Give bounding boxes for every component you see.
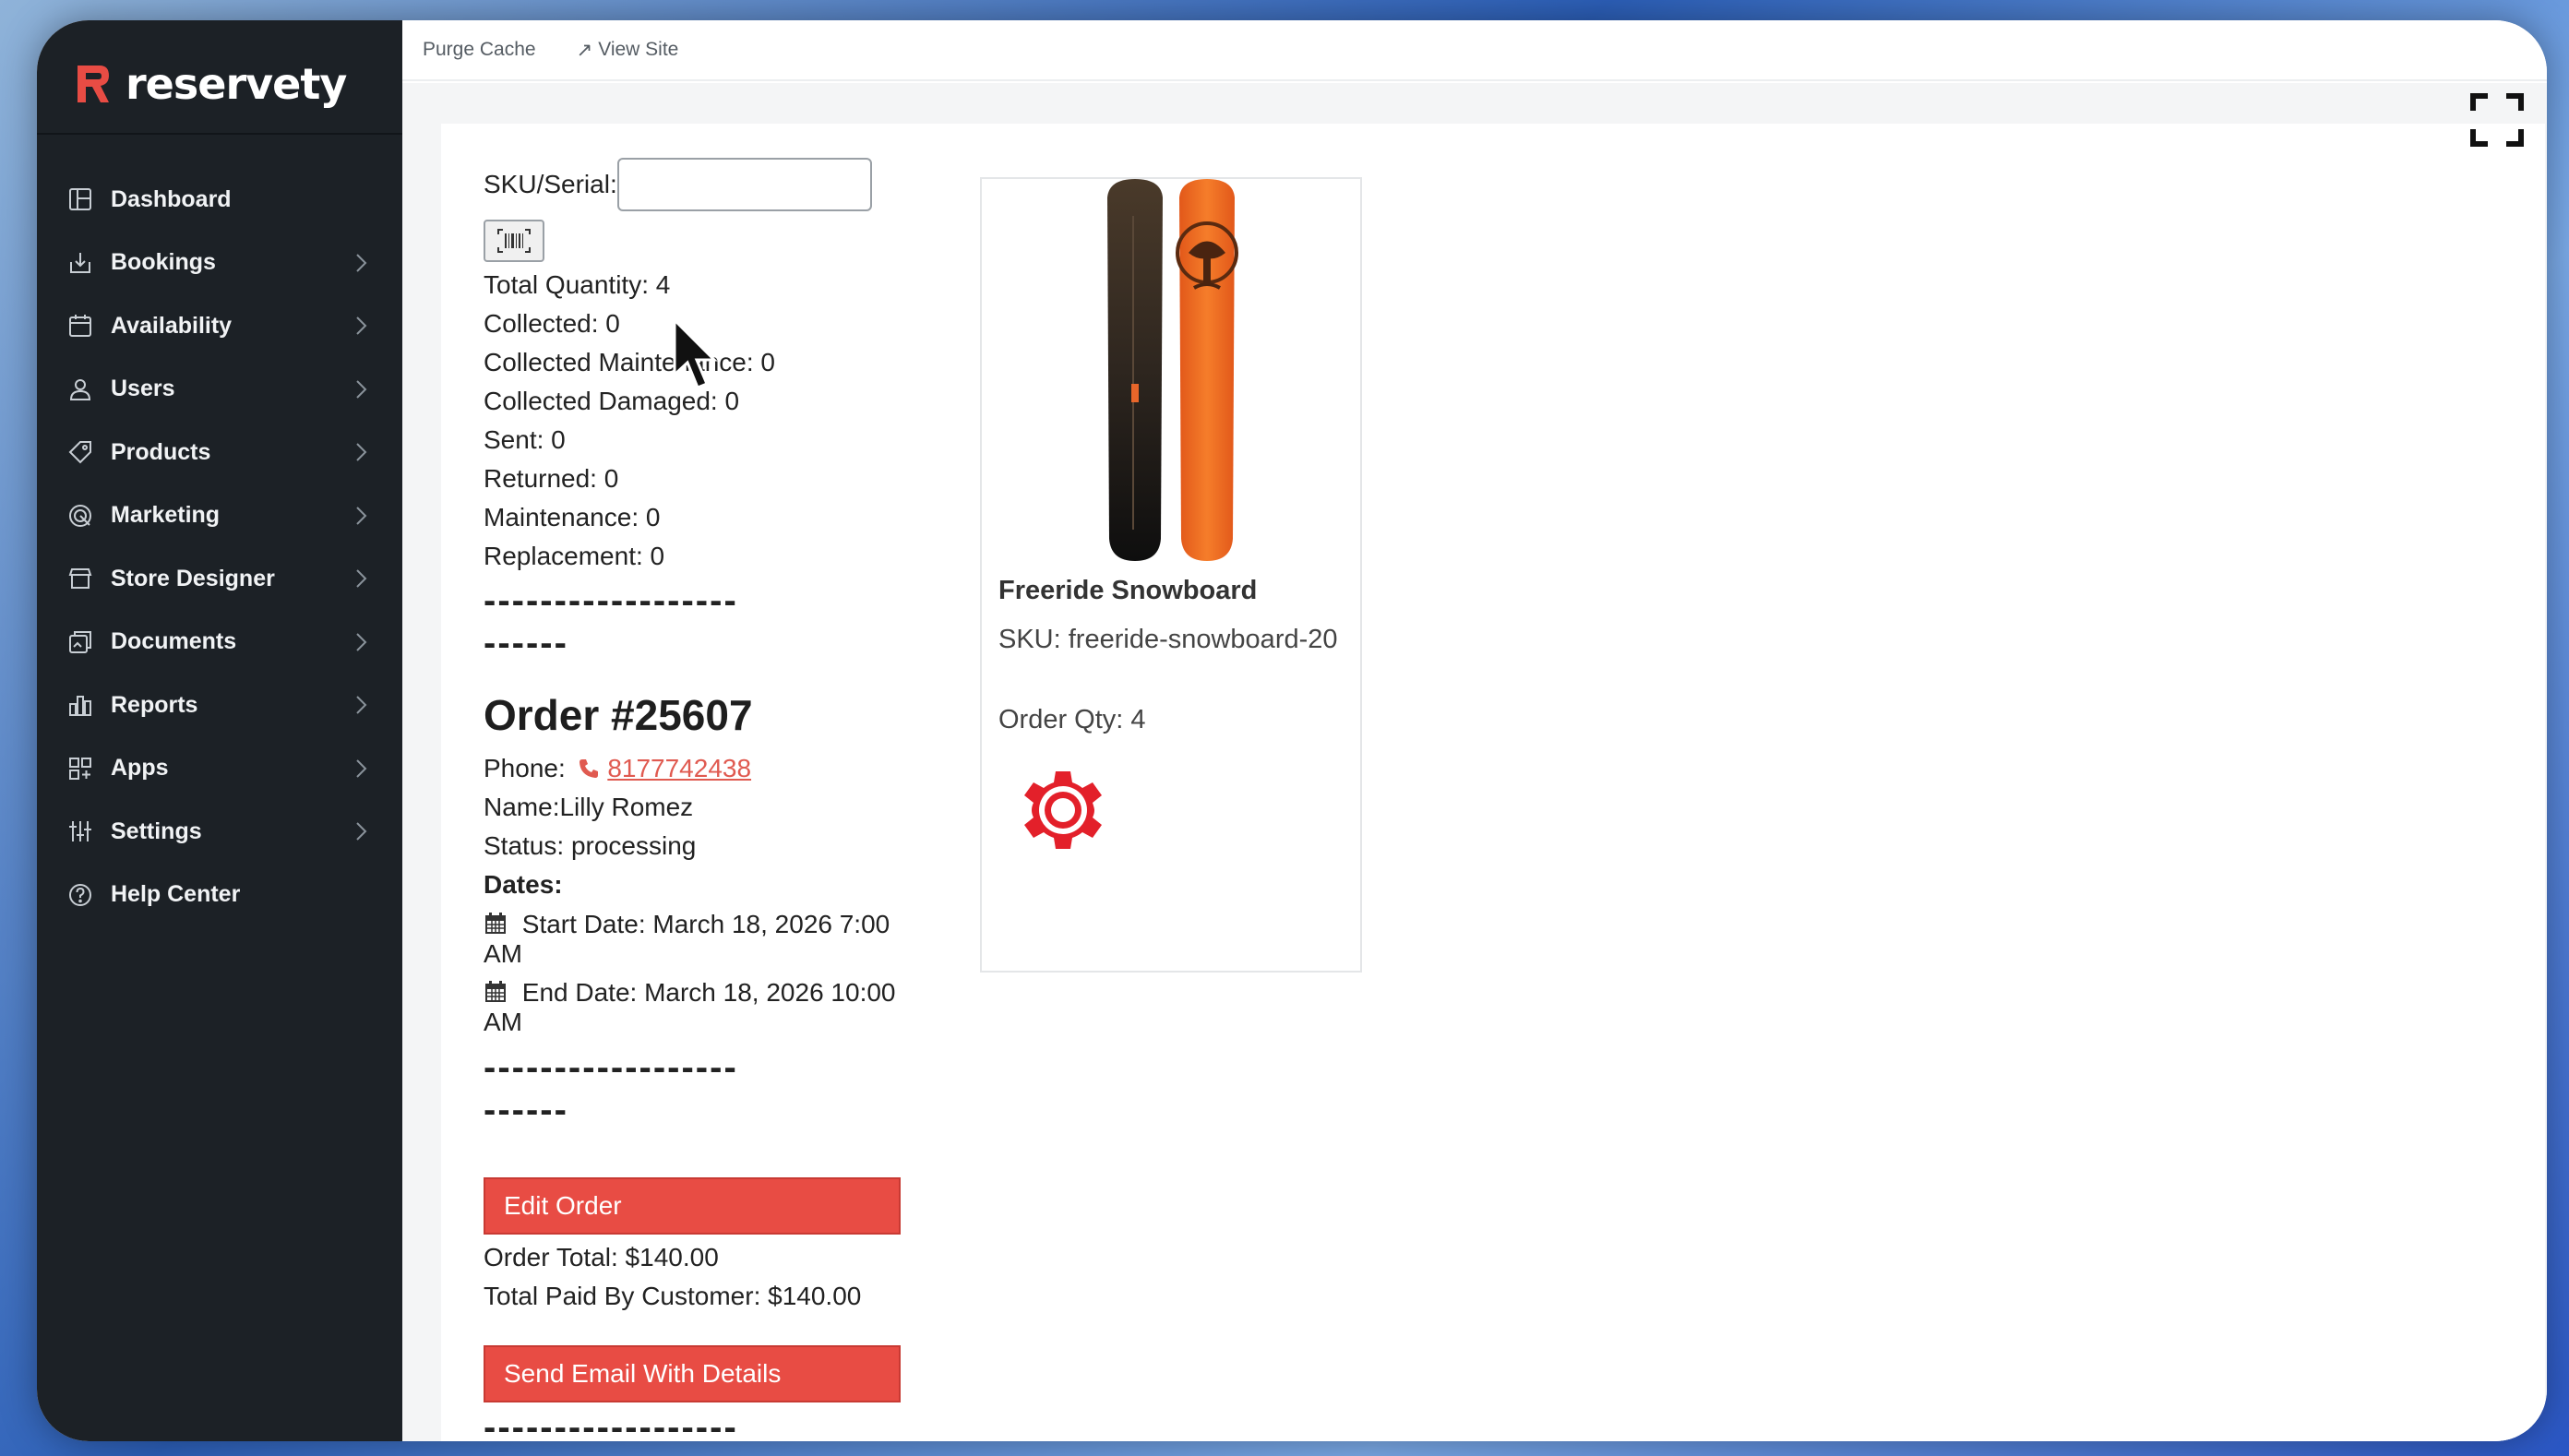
- sidebar-item-label: Reports: [111, 691, 198, 718]
- start-date-text: Start Date: March 18, 2026 7:00 AM: [484, 910, 890, 968]
- logo[interactable]: reservety: [74, 52, 347, 116]
- reservety-logo-icon: [78, 66, 109, 102]
- stat-total-quantity: Total Quantity: 4: [484, 270, 671, 299]
- order-phone: Phone: 8177742438: [484, 749, 917, 788]
- sidebar: reservety Dashboard Bookings Availabilit…: [37, 20, 402, 1441]
- stat-maintenance: Maintenance: 0: [484, 503, 661, 531]
- sidebar-item-help-center[interactable]: Help Center: [37, 864, 402, 927]
- sidebar-item-label: Marketing: [111, 502, 221, 529]
- sidebar-item-label: Products: [111, 438, 211, 465]
- start-date: Start Date: March 18, 2026 7:00 AM: [484, 910, 917, 969]
- dashboard-icon: [65, 184, 96, 215]
- order-status: Status: processing: [484, 831, 697, 860]
- sidebar-item-label: Apps: [111, 755, 169, 782]
- sidebar-divider: [37, 133, 402, 135]
- chevron-right-icon: [349, 378, 371, 400]
- chevron-right-icon: [349, 567, 371, 590]
- chevron-right-icon: [349, 758, 371, 780]
- sidebar-item-label: Bookings: [111, 249, 216, 276]
- bookings-icon: [65, 247, 96, 279]
- view-site-link[interactable]: ↗ View Site: [577, 39, 679, 62]
- edit-order-button[interactable]: Edit Order: [484, 1177, 901, 1235]
- order-title: Order #25607: [484, 691, 753, 739]
- sidebar-item-reports[interactable]: Reports: [37, 674, 402, 737]
- customer-name: Name:Lilly Romez: [484, 793, 694, 821]
- end-date-text: End Date: March 18, 2026 10:00 AM: [484, 978, 896, 1036]
- chevron-right-icon: [349, 694, 371, 716]
- chevron-right-icon: [349, 820, 371, 842]
- stat-returned: Returned: 0: [484, 464, 619, 493]
- product-sku: SKU: freeride-snowboard-20: [998, 625, 1338, 654]
- user-icon: [65, 374, 96, 405]
- sidebar-item-label: Availability: [111, 312, 233, 339]
- sidebar-item-label: Store Designer: [111, 565, 275, 591]
- sku-label: SKU/Serial:: [484, 170, 617, 198]
- fullscreen-icon[interactable]: [2469, 92, 2525, 148]
- help-icon: [65, 879, 96, 911]
- gear-icon[interactable]: [1019, 766, 1107, 854]
- chevron-right-icon: [349, 441, 371, 463]
- phone-label: Phone:: [484, 754, 566, 782]
- purge-cache-link[interactable]: Purge Cache: [423, 39, 536, 61]
- sidebar-nav: Dashboard Bookings Availability Users Pr…: [37, 168, 402, 926]
- store-icon: [65, 563, 96, 594]
- product-order-qty: Order Qty: 4: [998, 705, 1146, 734]
- sidebar-item-marketing[interactable]: Marketing: [37, 484, 402, 548]
- brand-name: reservety: [125, 59, 347, 109]
- sidebar-item-label: Dashboard: [111, 185, 232, 212]
- top-bar: Purge Cache ↗ View Site: [402, 20, 2547, 81]
- end-date: End Date: March 18, 2026 10:00 AM: [484, 978, 917, 1037]
- phone-icon: [579, 759, 598, 778]
- snowboard-image[interactable]: [1091, 179, 1257, 561]
- order-total: Order Total: $140.00: [484, 1243, 719, 1271]
- stat-replacement: Replacement: 0: [484, 542, 665, 570]
- phone-number-link[interactable]: 8177742438: [607, 754, 751, 782]
- total-paid: Total Paid By Customer: $140.00: [484, 1282, 862, 1310]
- view-site-label: View Site: [598, 39, 679, 60]
- sku-row: SKU/Serial:: [484, 157, 917, 212]
- app-window: reservety Dashboard Bookings Availabilit…: [37, 20, 2547, 1441]
- dashed-divider: ------------------ ------: [484, 1047, 738, 1130]
- quantity-stats: Total Quantity: 4 Collected: 0 Collected…: [484, 266, 917, 576]
- barcode-scan-button[interactable]: [484, 220, 544, 262]
- sidebar-item-availability[interactable]: Availability: [37, 294, 402, 358]
- external-link-icon: ↗: [576, 39, 593, 61]
- target-icon: [65, 500, 96, 531]
- product-card: Freeride Snowboard SKU: freeride-snowboa…: [980, 177, 1362, 973]
- chevron-right-icon: [349, 505, 371, 527]
- sku-serial-input[interactable]: [616, 158, 872, 211]
- sidebar-item-settings[interactable]: Settings: [37, 800, 402, 864]
- stat-sent: Sent: 0: [484, 425, 566, 454]
- dates-label: Dates:: [484, 870, 563, 899]
- sidebar-item-documents[interactable]: Documents: [37, 611, 402, 674]
- bar-chart-icon: [65, 689, 96, 721]
- product-name[interactable]: Freeride Snowboard: [998, 576, 1257, 606]
- sidebar-item-label: Help Center: [111, 881, 241, 908]
- sidebar-item-bookings[interactable]: Bookings: [37, 232, 402, 295]
- sidebar-item-dashboard[interactable]: Dashboard: [37, 168, 402, 232]
- sidebar-item-label: Users: [111, 376, 175, 402]
- calendar-icon: [485, 913, 506, 934]
- sidebar-item-store-designer[interactable]: Store Designer: [37, 547, 402, 611]
- calendar-icon: [485, 981, 506, 1002]
- apps-icon: [65, 753, 96, 784]
- sidebar-item-label: Settings: [111, 818, 202, 844]
- tag-icon: [65, 436, 96, 468]
- sliders-icon: [65, 816, 96, 847]
- dashed-divider: ------------------ ------: [484, 580, 738, 663]
- dashed-divider-partial: ------------------: [484, 1407, 738, 1441]
- sidebar-item-label: Documents: [111, 628, 237, 655]
- documents-icon: [65, 627, 96, 658]
- chevron-right-icon: [349, 315, 371, 337]
- chevron-right-icon: [349, 252, 371, 274]
- chevron-right-icon: [349, 631, 371, 653]
- calendar-icon: [65, 310, 96, 341]
- sidebar-item-apps[interactable]: Apps: [37, 737, 402, 801]
- sidebar-item-products[interactable]: Products: [37, 421, 402, 484]
- send-email-button[interactable]: Send Email With Details: [484, 1345, 901, 1402]
- mouse-cursor-icon: [673, 317, 718, 389]
- sidebar-item-users[interactable]: Users: [37, 358, 402, 422]
- barcode-icon: [497, 229, 531, 253]
